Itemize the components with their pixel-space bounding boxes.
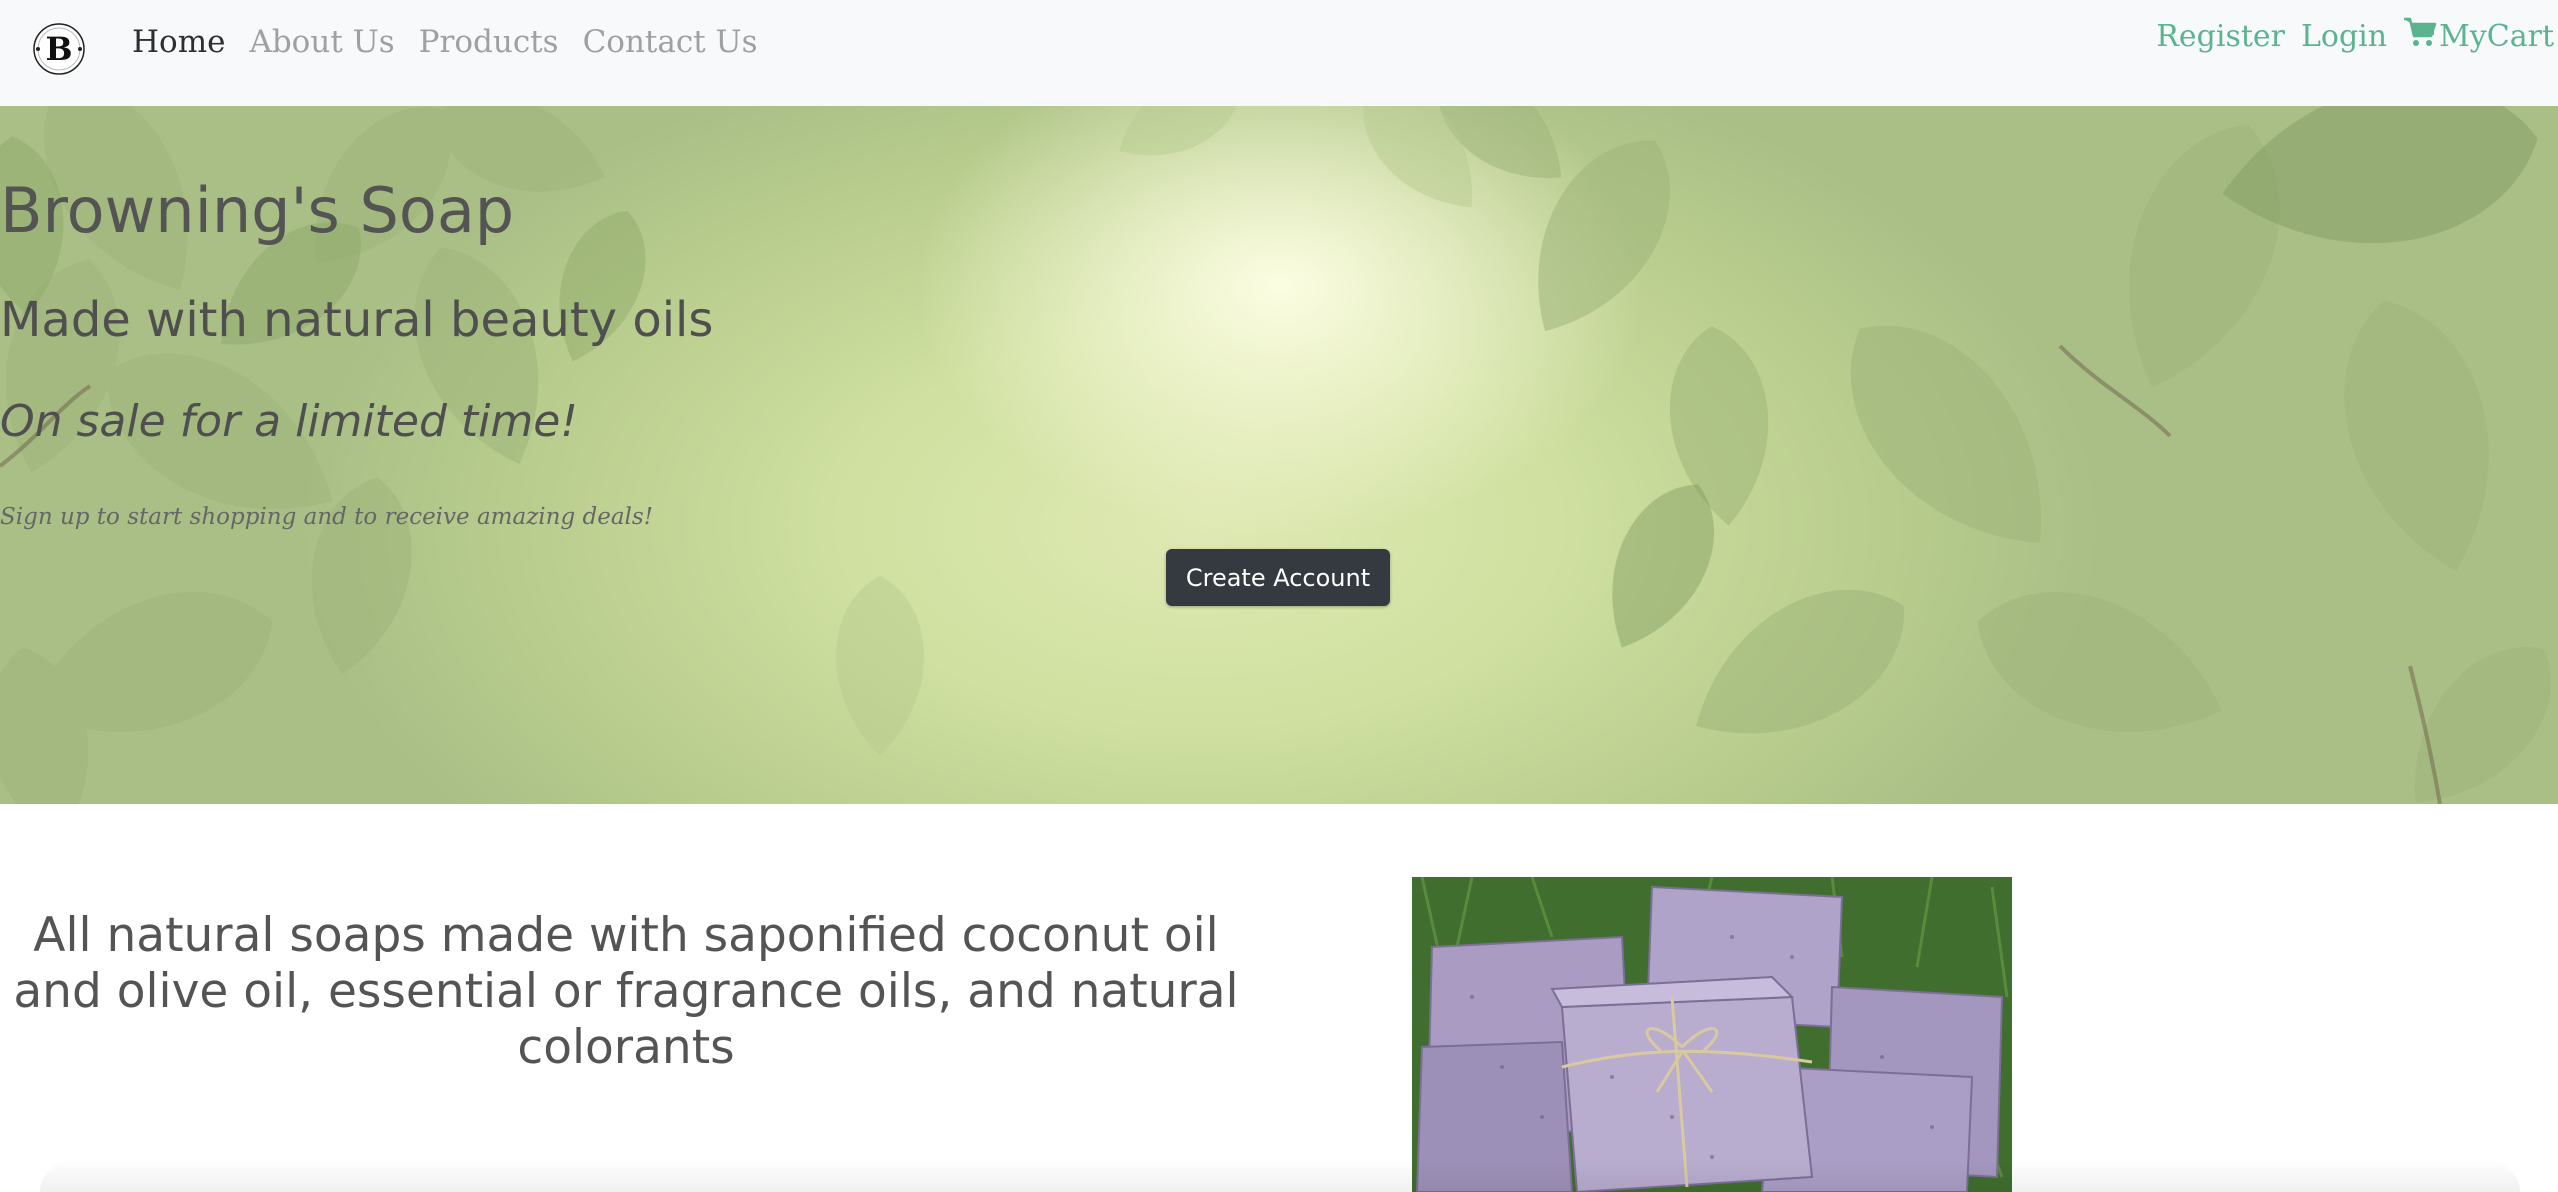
hero-subtitle: Made with natural beauty oils <box>0 292 714 348</box>
account-nav: Register Login MyCart <box>2156 16 2554 56</box>
mycart-label: MyCart <box>2439 18 2554 54</box>
create-account-button[interactable]: Create Account <box>1166 549 1390 606</box>
navbar: B Home About Us Products Contact Us Regi… <box>0 0 2558 106</box>
nav-about-us-link[interactable]: About Us <box>249 24 394 60</box>
nav-contact-us-link[interactable]: Contact Us <box>583 24 758 60</box>
login-link[interactable]: Login <box>2301 19 2387 54</box>
mycart-link[interactable]: MyCart <box>2403 16 2554 56</box>
nav-home-link[interactable]: Home <box>132 24 225 60</box>
hero-title: Browning's Soap <box>0 174 515 247</box>
shopping-cart-icon <box>2403 16 2437 56</box>
register-link[interactable]: Register <box>2156 19 2285 54</box>
hero-banner: Browning's Soap Made with natural beauty… <box>0 106 2558 804</box>
brand-logo[interactable]: B <box>32 22 86 76</box>
hero-signup-text: Sign up to start shopping and to receive… <box>0 504 653 530</box>
card-shadow <box>40 1160 2520 1192</box>
hero-sale-text: On sale for a limited time! <box>0 396 578 447</box>
soap-bars-photo <box>1412 877 2012 1192</box>
main-nav: Home About Us Products Contact Us <box>132 24 758 60</box>
brand-letter: B <box>45 30 72 68</box>
nav-products-link[interactable]: Products <box>419 24 559 60</box>
feature-description: All natural soaps made with saponified c… <box>13 908 1239 1075</box>
